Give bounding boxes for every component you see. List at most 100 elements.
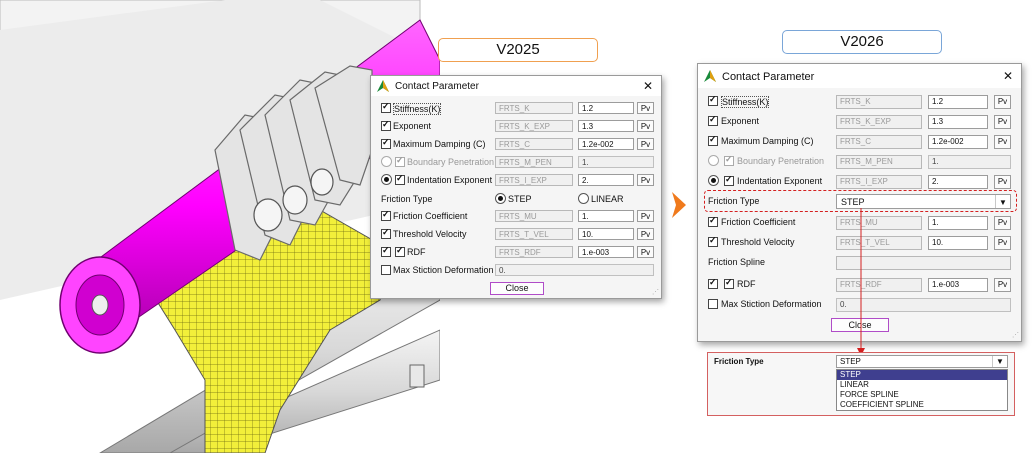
threshold-name-field[interactable]: FRTS_T_VEL <box>495 228 573 240</box>
friction-coef-name-field[interactable]: FRTS_MU <box>836 216 922 230</box>
boundary-name-field[interactable]: FRTS_M_PEN <box>836 155 922 169</box>
threshold-name-field[interactable]: FRTS_T_VEL <box>836 236 922 250</box>
rdf-value-input[interactable]: 1.e-003 <box>578 246 634 258</box>
damping-value-input[interactable]: 1.2e-002 <box>578 138 634 150</box>
chevron-down-icon[interactable]: ▼ <box>995 195 1010 208</box>
dropdown-option-linear[interactable]: LINEAR <box>837 380 1007 390</box>
stiffness-value-input[interactable]: 1.2 <box>928 95 988 109</box>
rdf-pv-button[interactable]: Pv <box>994 278 1011 292</box>
dropdown-option-step[interactable]: STEP <box>837 370 1007 380</box>
rdf-pv-button[interactable]: Pv <box>637 246 654 258</box>
stiffness-name-field[interactable]: FRTS_K <box>836 95 922 109</box>
damping-checkbox[interactable] <box>708 134 718 146</box>
threshold-value-input[interactable]: 10. <box>928 236 988 250</box>
friction-coef-checkbox[interactable] <box>708 215 718 227</box>
threshold-value-input[interactable]: 10. <box>578 228 634 240</box>
chevron-down-icon[interactable]: ▼ <box>992 356 1007 367</box>
dropdown-select[interactable]: STEP ▼ <box>836 355 1008 368</box>
exponent-name-field[interactable]: FRTS_K_EXP <box>495 120 573 132</box>
threshold-checkbox[interactable] <box>708 235 718 247</box>
indentation-checkbox[interactable] <box>395 173 405 185</box>
threshold-pv-button[interactable]: Pv <box>637 228 654 240</box>
friction-coef-pv-button[interactable]: Pv <box>994 216 1011 230</box>
exponent-checkbox[interactable] <box>381 119 391 131</box>
version-label-new: V2026 <box>782 30 942 54</box>
close-button[interactable]: Close <box>490 282 544 295</box>
damping-name-field[interactable]: FRTS_C <box>495 138 573 150</box>
indentation-name-field[interactable]: FRTS_I_EXP <box>836 175 922 189</box>
max-stiction-value-input[interactable]: 0. <box>495 264 654 276</box>
friction-coef-checkbox[interactable] <box>381 209 391 221</box>
stiffness-pv-button[interactable]: Pv <box>637 102 654 114</box>
indentation-value-input[interactable]: 2. <box>928 175 988 189</box>
resize-grip-icon[interactable]: ⋰ <box>1012 331 1019 339</box>
app-logo-icon <box>377 80 389 92</box>
damping-name-field[interactable]: FRTS_C <box>836 135 922 149</box>
damping-checkbox[interactable] <box>381 137 391 149</box>
rdf-outer-checkbox[interactable] <box>708 277 718 289</box>
dropdown-select-value: STEP <box>840 357 861 366</box>
exponent-value-input[interactable]: 1.3 <box>928 115 988 129</box>
stiffness-checkbox[interactable] <box>381 101 391 113</box>
friction-type-select[interactable]: STEP ▼ <box>836 194 1011 209</box>
stiffness-name-field[interactable]: FRTS_K <box>495 102 573 114</box>
indentation-value-input[interactable]: 2. <box>578 174 634 186</box>
damping-label: Maximum Damping (C) <box>721 136 814 146</box>
stiffness-value-input[interactable]: 1.2 <box>578 102 634 114</box>
damping-value-input[interactable]: 1.2e-002 <box>928 135 988 149</box>
friction-coef-value-input[interactable]: 1. <box>578 210 634 222</box>
rdf-label: RDF <box>407 247 426 257</box>
connector-arrow <box>857 208 865 356</box>
threshold-checkbox[interactable] <box>381 227 391 239</box>
friction-step-radio[interactable] <box>495 193 506 204</box>
rdf-name-field[interactable]: FRTS_RDF <box>495 246 573 258</box>
exponent-checkbox[interactable] <box>708 114 718 126</box>
contact-parameter-dialog-old: Contact Parameter ✕ Stiffness(K) FRTS_K … <box>370 75 662 299</box>
dropdown-option-force-spline[interactable]: FORCE SPLINE <box>837 390 1007 400</box>
resize-grip-icon[interactable]: ⋰ <box>652 288 659 296</box>
max-stiction-checkbox[interactable] <box>381 265 391 275</box>
boundary-value-input[interactable]: 1. <box>578 156 654 168</box>
exponent-value-input[interactable]: 1.3 <box>578 120 634 132</box>
indentation-radio[interactable] <box>708 175 719 186</box>
max-stiction-checkbox[interactable] <box>708 299 718 309</box>
exponent-pv-button[interactable]: Pv <box>637 120 654 132</box>
damping-pv-button[interactable]: Pv <box>994 135 1011 149</box>
rdf-checkbox[interactable] <box>724 277 734 289</box>
friction-linear-radio[interactable] <box>578 193 589 204</box>
rdf-checkbox[interactable] <box>395 245 405 257</box>
exponent-name-field[interactable]: FRTS_K_EXP <box>836 115 922 129</box>
dropdown-option-coefficient-spline[interactable]: COEFFICIENT SPLINE <box>837 400 1007 410</box>
close-icon[interactable]: ✕ <box>643 79 653 93</box>
rdf-value-input[interactable]: 1.e-003 <box>928 278 988 292</box>
stiffness-label: Stiffness(K) <box>393 103 442 115</box>
indentation-name-field[interactable]: FRTS_I_EXP <box>495 174 573 186</box>
max-stiction-label: Max Stiction Deformation <box>721 299 822 309</box>
threshold-pv-button[interactable]: Pv <box>994 236 1011 250</box>
boundary-name-field[interactable]: FRTS_M_PEN <box>495 156 573 168</box>
boundary-checkbox[interactable] <box>724 154 734 166</box>
boundary-radio[interactable] <box>708 155 719 166</box>
indentation-pv-button[interactable]: Pv <box>994 175 1011 189</box>
rdf-label: RDF <box>737 279 756 289</box>
rdf-name-field[interactable]: FRTS_RDF <box>836 278 922 292</box>
stiffness-checkbox[interactable] <box>708 94 718 106</box>
stiffness-pv-button[interactable]: Pv <box>994 95 1011 109</box>
boundary-value-input[interactable]: 1. <box>928 155 1011 169</box>
friction-type-label: Friction Type <box>381 194 433 204</box>
indentation-radio[interactable] <box>381 174 392 185</box>
exponent-pv-button[interactable]: Pv <box>994 115 1011 129</box>
indentation-pv-button[interactable]: Pv <box>637 174 654 186</box>
boundary-radio[interactable] <box>381 156 392 167</box>
friction-coef-value-input[interactable]: 1. <box>928 216 988 230</box>
dropdown-friction-type-label: Friction Type <box>714 357 764 366</box>
threshold-label: Threshold Velocity <box>721 237 795 247</box>
rdf-outer-checkbox[interactable] <box>381 245 391 257</box>
friction-coef-label: Friction Coefficient <box>721 217 796 227</box>
friction-coef-name-field[interactable]: FRTS_MU <box>495 210 573 222</box>
friction-coef-pv-button[interactable]: Pv <box>637 210 654 222</box>
indentation-checkbox[interactable] <box>724 174 734 186</box>
boundary-checkbox[interactable] <box>395 155 405 167</box>
damping-pv-button[interactable]: Pv <box>637 138 654 150</box>
close-icon[interactable]: ✕ <box>1003 69 1013 83</box>
